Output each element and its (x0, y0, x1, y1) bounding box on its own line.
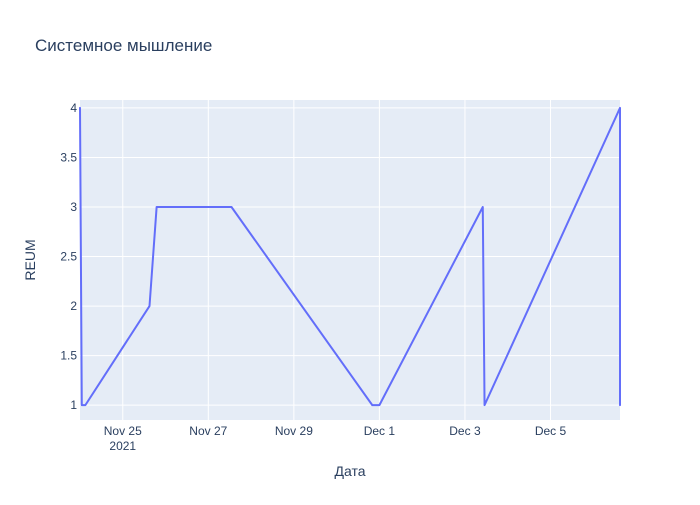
y-tick-label: 2.5 (60, 250, 77, 264)
y-tick-label: 1.5 (60, 349, 77, 363)
x-tick-label: Dec 3 (449, 424, 481, 438)
y-tick-label: 2 (70, 299, 77, 313)
chart-svg: 1 1.5 2 2.5 3 3.5 4 Nov 252021 Nov 27 Nov 29 Dec 1… (22, 36, 621, 479)
y-tick-label: 1 (70, 398, 77, 412)
x-tick-sublabel: 2021 (109, 439, 136, 453)
y-axis-title: REUM (22, 239, 38, 280)
x-axis-title: Дата (334, 463, 365, 479)
x-tick-label: Nov 27 (189, 424, 227, 438)
y-tick-label: 3.5 (60, 150, 77, 164)
chart-title: Системное мышление (35, 36, 212, 55)
chart: 1 1.5 2 2.5 3 3.5 4 Nov 25 2021 Nov 27 Nov 29 Dec 1… (0, 0, 700, 500)
x-tick-label: Dec 1 (364, 424, 396, 438)
x-tick-label: Nov 25 (104, 424, 142, 438)
y-tick-label: 4 (70, 101, 77, 115)
x-tick-label: Dec 5 (535, 424, 567, 438)
x-tick-label: Nov 29 (275, 424, 313, 438)
y-tick-label: 3 (70, 200, 77, 214)
plot-background (80, 100, 620, 420)
